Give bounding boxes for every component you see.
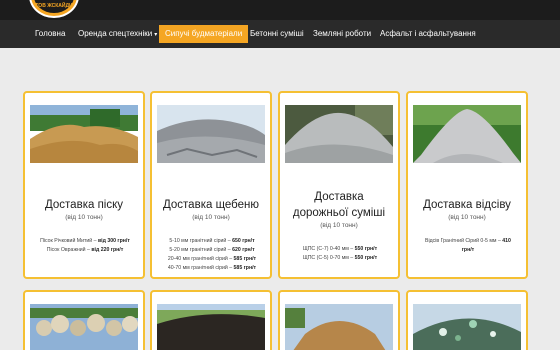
logo-text: ТОВ ЖСКАЙДИ [35,3,73,9]
price-line: 5-10 мм гранітний сірий – 650 грн/т [169,238,255,244]
company-logo[interactable]: ТОВ ЖСКАЙДИ [29,0,79,18]
card-price-list: Відсів Гранітний Сірий 0-5 мм – 410 грн/… [411,237,525,255]
product-card-crushed-stone[interactable]: Доставка щебеню (від 10 тонн) 5-10 мм гр… [150,91,272,279]
product-card-black-soil[interactable] [150,290,272,350]
sand-pile-image [30,105,138,163]
card-subtitle: (від 10 тонн) [320,222,358,229]
card-price-list: Пісок Річковий Митий – від 300 грн/т Піс… [28,237,142,255]
product-card-rubble-stone[interactable] [23,290,145,350]
nav-item-concrete-mixes[interactable]: Бетонні суміші [244,25,310,43]
product-card-clay[interactable] [278,290,400,350]
card-title: Доставка дорожньої суміші [292,191,386,219]
card-price-list: 5-10 мм гранітний сірий – 650 грн/т 5-20… [155,237,269,273]
card-title: Доставка щебеню [162,199,259,211]
crushed-stone-pile-image [157,105,265,163]
nav-item-label: Асфальт і асфальтування [380,29,476,38]
nav-item-label: Бетонні суміші [250,29,304,38]
nav-item-label: Сипучі будматеріали [165,29,243,38]
content-area: Доставка піску (від 10 тонн) Пісок Річко… [0,48,560,350]
product-card-road-mix[interactable]: Доставка дорожньої суміші (від 10 тонн) Щ… [278,91,400,279]
road-mix-pile-image [285,105,393,163]
price-line: Пісок Річковий Митий – від 300 грн/т [40,238,130,244]
card-subtitle: (від 10 тонн) [192,214,230,221]
card-title: Доставка відсіву [423,199,511,211]
product-card-glass-scrap[interactable] [406,290,528,350]
nav-item-home[interactable]: Головна [29,25,71,43]
price-line: ЩПС (С-7) 0-40 мм – 550 грн/т [302,246,378,252]
nav-item-bulk-materials[interactable]: Сипучі будматеріали [159,25,249,43]
product-card-sand[interactable]: Доставка піску (від 10 тонн) Пісок Річко… [23,91,145,279]
nav-item-label: Земляні роботи [313,29,372,38]
price-line: Відсів Гранітний Сірий 0-5 мм – 410 [425,238,511,244]
product-card-screenings[interactable]: Доставка відсіву (від 10 тонн) Відсів Гр… [406,91,528,279]
screenings-pile-image [413,105,521,163]
price-line: 5-20 мм гранітний сірий – 620 грн/т [169,247,255,253]
clay-pile-image [285,304,393,350]
black-soil-image [157,304,265,350]
main-nav: Головна Оренда спецтехніки ▾ Сипучі будма… [0,20,560,48]
price-line: 40-70 мм гранітний сірий – 585 грн/т [167,265,257,271]
nav-item-equipment-rental[interactable]: Оренда спецтехніки ▾ [72,25,163,43]
top-bar: ТОВ ЖСКАЙДИ [0,0,560,20]
nav-item-asphalt[interactable]: Асфальт і асфальтування [374,25,482,43]
price-line: грн/т [461,247,475,253]
price-line: 20-40 мм гранітний сірий – 585 грн/т [167,256,257,262]
chevron-down-icon: ▾ [154,32,158,38]
rubble-stone-image [30,304,138,350]
card-subtitle: (від 10 тонн) [65,214,103,221]
card-price-list: ЩПС (С-7) 0-40 мм – 550 грн/т ЩПС (С-5) … [283,245,397,263]
nav-item-earthworks[interactable]: Земляні роботи [307,25,377,43]
price-line: Пісок Овражний – від 220 грн/т [46,247,124,253]
glass-scrap-image [413,304,521,350]
nav-item-label: Головна [35,29,66,38]
nav-item-label: Оренда спецтехніки [78,29,153,38]
card-subtitle: (від 10 тонн) [448,214,486,221]
price-line: ЩПС (С-5) 0-70 мм – 550 грн/т [302,255,378,261]
card-title: Доставка піску [44,199,124,211]
